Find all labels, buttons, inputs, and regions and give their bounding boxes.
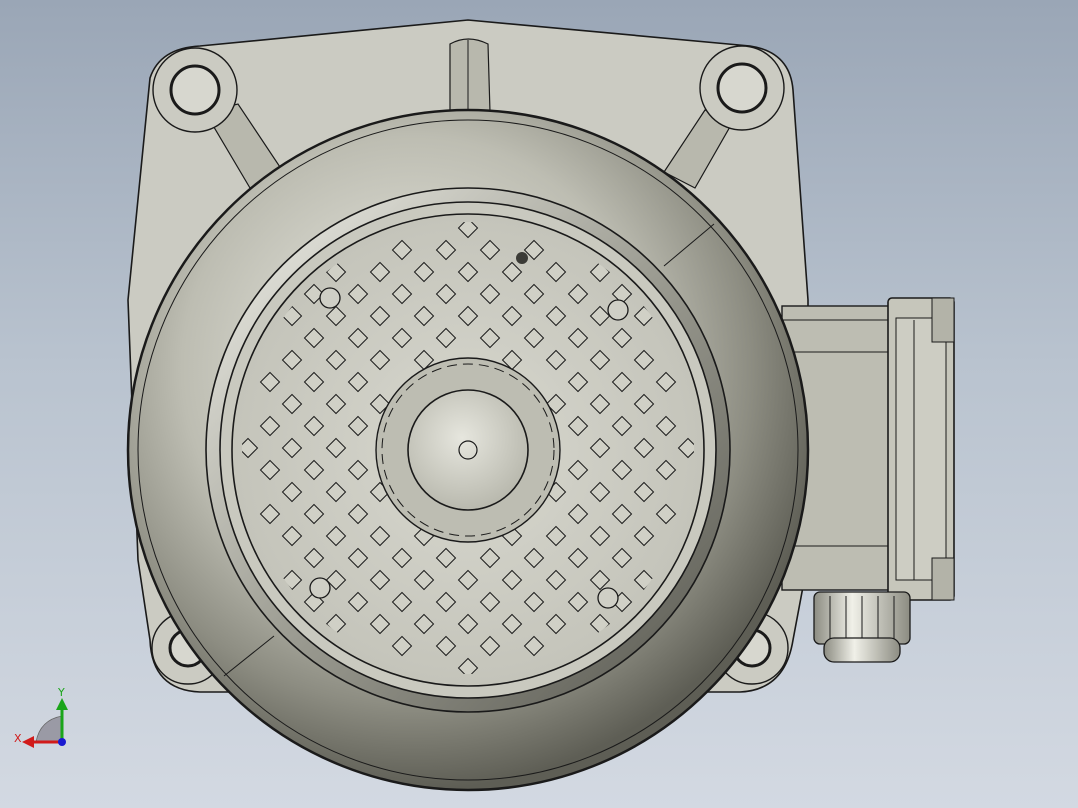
z-axis-dot [58, 738, 66, 746]
motor-model[interactable] [0, 0, 1078, 808]
coordinate-triad [22, 698, 68, 748]
fan-hub [375, 357, 561, 543]
cad-viewport[interactable]: Y X [0, 0, 1078, 808]
x-axis-label: X [14, 732, 22, 745]
y-axis-label: Y [58, 686, 65, 699]
cable-gland [813, 591, 911, 663]
